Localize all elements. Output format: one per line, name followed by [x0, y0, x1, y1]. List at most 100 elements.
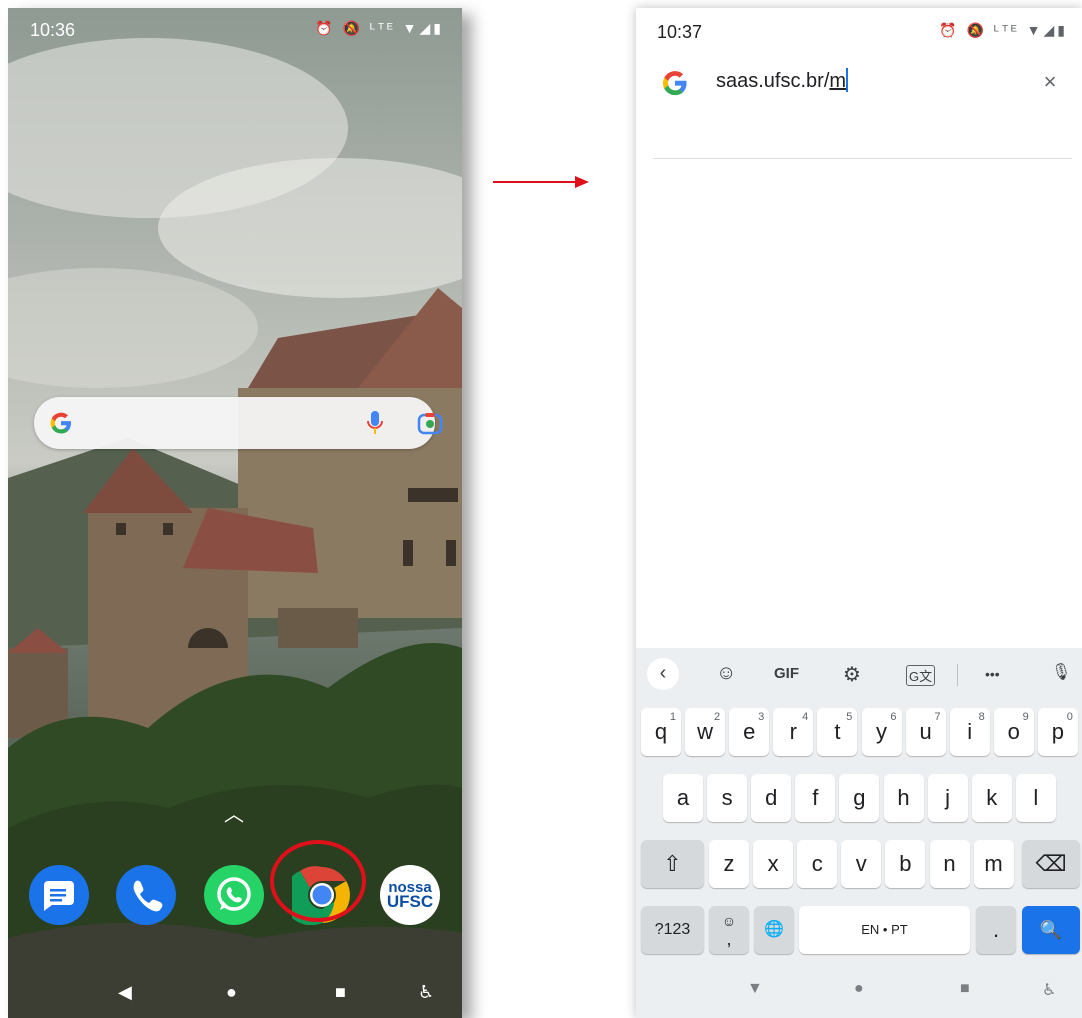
nav-bar: ▼ ● ■ ♿: [636, 966, 1082, 1018]
sticker-icon[interactable]: ☺: [716, 662, 736, 685]
key-i[interactable]: i8: [949, 708, 990, 756]
accessibility-icon[interactable]: ♿: [418, 982, 434, 1003]
home-icon[interactable]: ●: [854, 980, 864, 998]
key-d[interactable]: d: [751, 774, 792, 822]
back-icon[interactable]: ◀: [118, 982, 132, 1003]
nossa-ufsc-app-icon[interactable]: nossa UFSC: [380, 865, 440, 925]
whatsapp-icon: [217, 877, 251, 911]
globe-icon[interactable]: 🌐: [754, 906, 794, 954]
key-hint: 5: [846, 711, 853, 723]
phone-icon: [133, 880, 163, 912]
key-q[interactable]: q1: [641, 708, 681, 756]
key-label: e: [743, 719, 756, 744]
key-e[interactable]: e3: [729, 708, 770, 756]
key-hint: 3: [758, 711, 765, 723]
key-k[interactable]: k: [971, 774, 1012, 822]
key-w[interactable]: w2: [685, 708, 726, 756]
url-prefix: saas.ufsc.br/: [716, 70, 830, 92]
gif-button[interactable]: GIF: [774, 665, 799, 682]
settings-icon[interactable]: ⚙: [843, 662, 861, 687]
key-label: q: [654, 719, 668, 744]
key-n[interactable]: n: [929, 840, 970, 888]
key-label: w: [697, 719, 714, 744]
accessibility-icon[interactable]: ♿: [1042, 980, 1056, 1000]
key-r[interactable]: r4: [773, 708, 814, 756]
emoji-icon: ☺: [721, 913, 737, 929]
transition-arrow: [493, 176, 589, 188]
recents-icon[interactable]: ■: [335, 982, 346, 1003]
key-j[interactable]: j: [927, 774, 968, 822]
lens-icon[interactable]: [417, 411, 443, 435]
key-m[interactable]: m: [973, 840, 1014, 888]
key-b[interactable]: b: [885, 840, 926, 888]
key-g[interactable]: g: [839, 774, 880, 822]
chrome-screen: 10:37 ⏰ 🔕 ᴸᵀᴱ ▼◢▮ saas.ufsc.br/m × ‹ ☺ G…: [636, 8, 1082, 1018]
key-v[interactable]: v: [841, 840, 882, 888]
key-f[interactable]: f: [795, 774, 836, 822]
home-icon[interactable]: ●: [226, 982, 237, 1003]
home-screen: 10:36 ⏰ 🔕 ᴸᵀᴱ ▼◢▮ ︿ nossa UFSC ◀ ● ■ ♿: [8, 8, 462, 1018]
recents-icon[interactable]: ■: [960, 980, 970, 998]
search-key[interactable]: 🔍: [1022, 906, 1080, 954]
nossa-ufsc-label-bottom: UFSC: [386, 892, 434, 911]
key-hint: 7: [934, 711, 941, 723]
keyboard-toolbar: ‹ ☺ GIF ⚙ G文 ••• 🎙: [636, 648, 1082, 700]
text-caret: [846, 68, 849, 92]
back-icon[interactable]: ▼: [747, 980, 763, 998]
google-search-widget[interactable]: [34, 397, 443, 449]
key-label: i: [967, 719, 973, 744]
key-hint: 2: [713, 711, 721, 723]
key-p[interactable]: p0: [1037, 708, 1078, 756]
translate-icon[interactable]: G文: [906, 665, 936, 686]
mic-icon[interactable]: 🎙: [1051, 662, 1071, 682]
status-bar: 10:36 ⏰ 🔕 ᴸᵀᴱ ▼◢▮: [8, 8, 462, 48]
key-o[interactable]: o9: [993, 708, 1034, 756]
space-key[interactable]: EN • PT: [799, 906, 970, 954]
clear-icon[interactable]: ×: [1038, 70, 1062, 94]
key-l[interactable]: l: [1015, 774, 1056, 822]
nav-bar: ◀ ● ■ ♿: [8, 970, 462, 1018]
key-label: o: [1007, 719, 1020, 744]
symbols-key[interactable]: ?123: [641, 906, 704, 954]
omnibox[interactable]: saas.ufsc.br/m ×: [636, 58, 1082, 159]
key-c[interactable]: c: [797, 840, 838, 888]
messages-icon: [44, 881, 74, 911]
mic-icon[interactable]: [366, 410, 384, 436]
key-a[interactable]: a: [663, 774, 703, 822]
status-time: 10:37: [657, 22, 703, 42]
emoji-comma-key[interactable]: ☺ ,: [709, 906, 749, 954]
phone-app-icon[interactable]: [116, 865, 176, 925]
backspace-key[interactable]: ⌫: [1022, 840, 1080, 888]
status-bar: 10:37 ⏰ 🔕 ᴸᵀᴱ ▼◢▮: [636, 8, 1082, 48]
key-hint: 8: [978, 711, 985, 723]
shift-key[interactable]: ⇧: [641, 840, 704, 888]
keyboard: ‹ ☺ GIF ⚙ G文 ••• 🎙 q1w2e3r4t5y6u7i8o9p0 …: [636, 648, 1082, 1018]
period-key[interactable]: .: [976, 906, 1016, 954]
toolbar-divider: [957, 664, 958, 686]
key-u[interactable]: u7: [905, 708, 946, 756]
key-t[interactable]: t5: [817, 708, 858, 756]
key-label: u: [919, 719, 932, 744]
url-input[interactable]: saas.ufsc.br/m: [716, 68, 849, 93]
key-hint: 9: [1022, 711, 1029, 723]
divider: [653, 158, 1072, 159]
key-label: r: [789, 719, 797, 744]
more-icon[interactable]: •••: [985, 666, 1000, 682]
key-hint: 4: [802, 711, 809, 723]
key-h[interactable]: h: [883, 774, 924, 822]
key-z[interactable]: z: [709, 840, 749, 888]
google-g-icon: [50, 412, 71, 434]
collapse-toolbar-icon[interactable]: ‹: [647, 658, 679, 690]
key-hint: 1: [669, 711, 676, 723]
key-x[interactable]: x: [753, 840, 794, 888]
swipe-up-hint[interactable]: ︿: [224, 798, 244, 827]
status-time: 10:36: [30, 20, 76, 40]
google-g-icon: [662, 71, 687, 96]
chrome-highlight-circle: [270, 840, 366, 922]
key-s[interactable]: s: [707, 774, 748, 822]
whatsapp-app-icon[interactable]: [204, 865, 264, 925]
messages-app-icon[interactable]: [29, 865, 89, 925]
key-label: p: [1051, 719, 1065, 744]
status-icons: ⏰ 🔕 ᴸᵀᴱ ▼◢▮: [315, 20, 444, 36]
key-y[interactable]: y6: [861, 708, 902, 756]
